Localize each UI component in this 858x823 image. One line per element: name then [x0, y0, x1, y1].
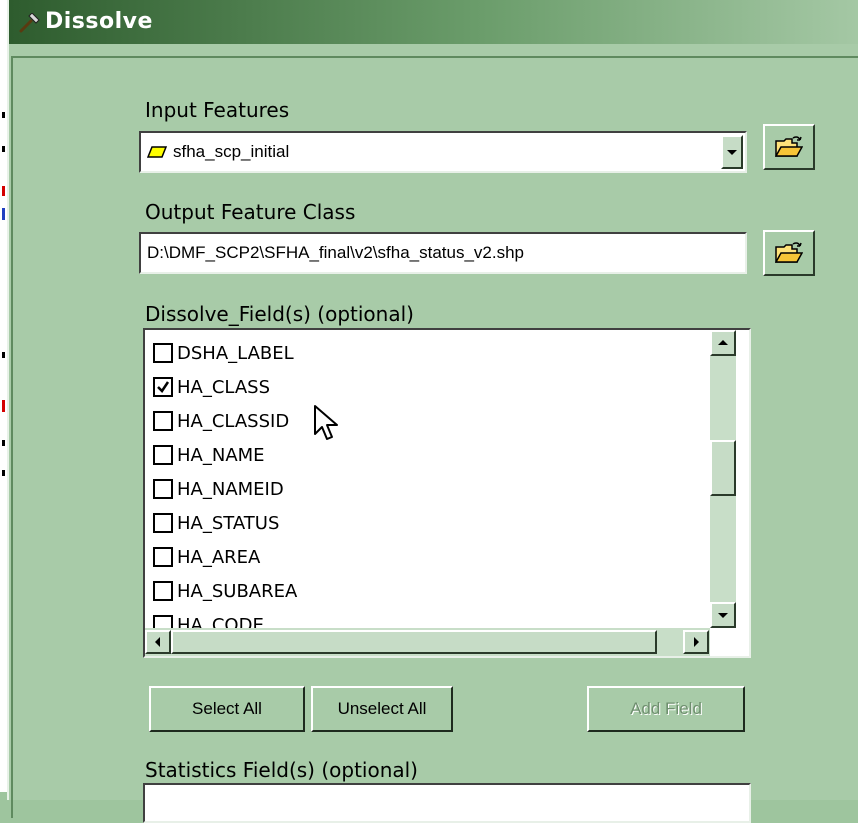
- open-folder-icon: [775, 242, 803, 263]
- input-features-combo[interactable]: sfha_scp_initial: [139, 131, 747, 173]
- dissolve-field-row[interactable]: HA_NAMEID: [153, 474, 284, 504]
- input-features-value: sfha_scp_initial: [173, 142, 290, 161]
- dissolve-field-checkbox[interactable]: [153, 377, 173, 397]
- dissolve-field-name: DSHA_LABEL: [177, 342, 294, 364]
- input-features-dropdown-button[interactable]: [721, 135, 743, 169]
- chevron-up-icon: [718, 340, 728, 345]
- dissolve-field-checkbox[interactable]: [153, 547, 173, 567]
- output-feature-class-label: Output Feature Class: [145, 200, 356, 224]
- dissolve-field-checkbox[interactable]: [153, 479, 173, 499]
- dissolve-fields-list[interactable]: DSHA_LABEL HA_CLASS HA_CLASSID HA_NAME HA_NA…: [143, 328, 751, 658]
- dissolve-field-name: HA_NAME: [177, 444, 265, 466]
- open-folder-icon: [775, 136, 803, 157]
- horizontal-scroll-thumb[interactable]: [171, 630, 657, 654]
- output-feature-class-value: D:\DMF_SCP2\SFHA_final\v2\sfha_status_v2…: [147, 243, 524, 262]
- dissolve-field-row[interactable]: HA_NAME: [153, 440, 265, 470]
- scroll-down-button[interactable]: [710, 602, 736, 628]
- dissolve-field-row[interactable]: DSHA_LABEL: [153, 338, 294, 368]
- dissolve-field-row[interactable]: HA_CLASS: [153, 372, 270, 402]
- dissolve-field-checkbox[interactable]: [153, 513, 173, 533]
- statistics-fields-list[interactable]: [143, 783, 751, 823]
- add-field-button[interactable]: Add Field: [587, 686, 745, 732]
- dissolve-fields-label: Dissolve_Field(s) (optional): [145, 302, 414, 326]
- chevron-down-icon: [727, 150, 737, 155]
- vertical-scroll-thumb[interactable]: [710, 440, 736, 496]
- dissolve-field-checkbox[interactable]: [153, 445, 173, 465]
- dissolve-field-row[interactable]: HA_CLASSID: [153, 406, 289, 436]
- dissolve-field-name: HA_STATUS: [177, 512, 280, 534]
- dissolve-field-name: HA_SUBAREA: [177, 580, 298, 602]
- unselect-all-button[interactable]: Unselect All: [311, 686, 453, 732]
- input-features-label: Input Features: [145, 98, 290, 122]
- output-feature-class-browse-button[interactable]: [763, 230, 815, 276]
- chevron-left-icon: [155, 637, 160, 647]
- dissolve-field-row[interactable]: HA_STATUS: [153, 508, 279, 538]
- dissolve-field-checkbox[interactable]: [153, 411, 173, 431]
- scroll-left-button[interactable]: [145, 630, 171, 654]
- title-bar[interactable]: Dissolve: [9, 0, 858, 44]
- select-all-button[interactable]: Select All: [149, 686, 305, 732]
- output-feature-class-field[interactable]: D:\DMF_SCP2\SFHA_final\v2\sfha_status_v2…: [139, 232, 747, 274]
- dissolve-field-name: HA_CLASSID: [177, 410, 290, 432]
- dissolve-field-checkbox[interactable]: [153, 581, 173, 601]
- horizontal-scrollbar[interactable]: [145, 628, 710, 656]
- dissolve-field-row[interactable]: HA_AREA: [153, 542, 260, 572]
- vertical-scrollbar[interactable]: [710, 330, 736, 628]
- dissolve-field-row[interactable]: HA_SUBAREA: [153, 576, 297, 606]
- statistics-fields-label: Statistics Field(s) (optional): [145, 758, 418, 782]
- mouse-cursor-icon: [314, 405, 338, 440]
- input-features-value-wrap: sfha_scp_initial: [147, 133, 289, 171]
- chevron-down-icon: [718, 613, 728, 618]
- chevron-right-icon: [694, 637, 699, 647]
- hammer-icon: [19, 13, 40, 33]
- dissolve-dialog: Dissolve Input Features sfha_scp_initial…: [7, 0, 858, 823]
- dissolve-field-name: HA_AREA: [177, 546, 261, 568]
- window-title: Dissolve: [45, 9, 153, 34]
- dissolve-field-checkbox[interactable]: [153, 343, 173, 363]
- checkmark-icon: [157, 381, 170, 393]
- dissolve-field-name: HA_NAMEID: [177, 478, 284, 500]
- input-features-browse-button[interactable]: [763, 124, 815, 170]
- dissolve-field-name: HA_CLASS: [177, 376, 271, 398]
- scroll-up-button[interactable]: [710, 330, 736, 356]
- polygon-layer-icon: [147, 146, 167, 158]
- scroll-right-button[interactable]: [683, 630, 709, 654]
- background-window-edge: [0, 0, 7, 792]
